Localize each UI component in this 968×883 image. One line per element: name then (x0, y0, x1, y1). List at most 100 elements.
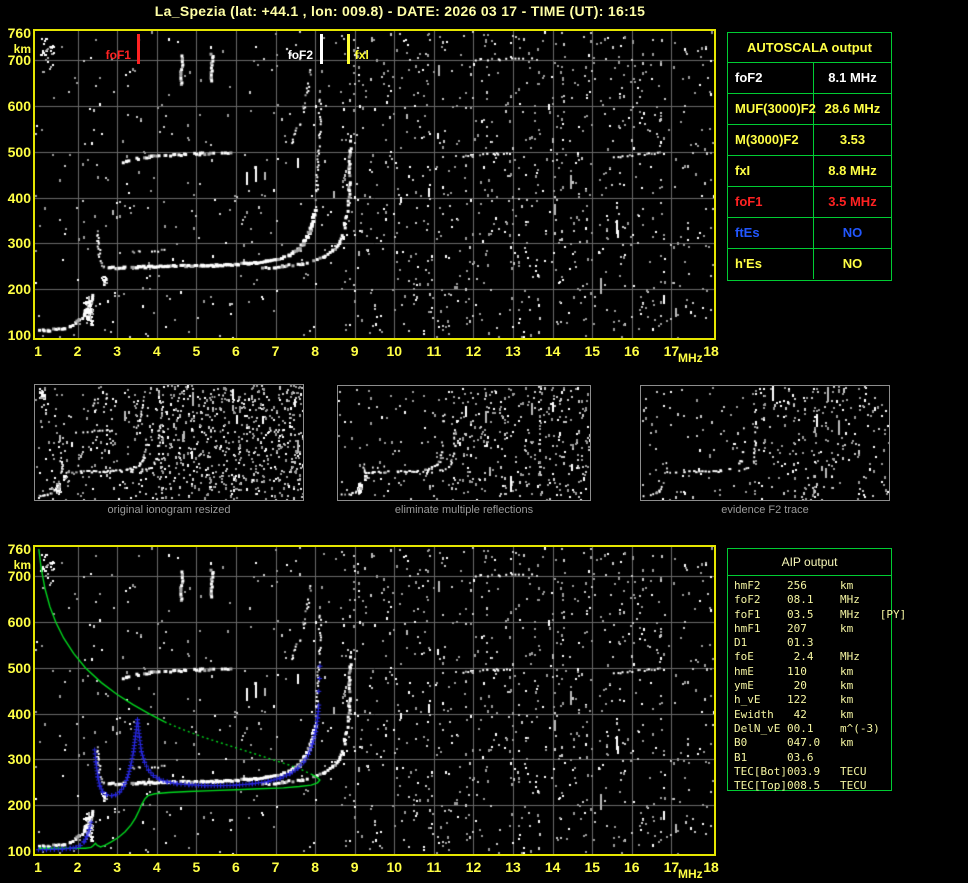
autoscala-param-value: NO (842, 256, 863, 271)
y-tick-label-760: 760 (7, 541, 31, 557)
x-tick-label-5: 5 (192, 859, 201, 875)
y-tick-label-500: 500 (7, 659, 31, 676)
x-tick-label-1: 1 (34, 859, 42, 875)
y-tick-label-200: 200 (7, 281, 31, 298)
autoscala-param-value: NO (842, 225, 863, 240)
y-tick-label-600: 600 (7, 614, 31, 631)
thumbnail-eliminate-reflections (337, 385, 591, 501)
x-tick-label-15: 15 (584, 343, 601, 359)
x-axis-unit-label: MHz (678, 867, 703, 881)
aip-row-B1: B1 03.6 (734, 750, 880, 764)
ionogram-plot-top: foF1 foF2 fxl (33, 29, 716, 340)
autoscala-row-M(3000)F2: M(3000)F2 3.53 (728, 125, 891, 156)
thumbnail-eliminate-reflections-canvas (338, 386, 590, 500)
x-tick-label-13: 13 (505, 343, 521, 359)
x-tick-label-8: 8 (311, 343, 319, 359)
x-tick-label-12: 12 (465, 859, 482, 875)
autoscala-param-value: 3.53 (839, 132, 866, 147)
x-tick-label-6: 6 (232, 859, 240, 875)
autoscala-param-name: MUF(3000)F2 (728, 94, 816, 124)
autoscala-param-value: 3.5 MHz (828, 194, 877, 209)
thumbnail-evidence-f2 (640, 385, 890, 501)
x-tick-label-9: 9 (350, 859, 359, 875)
aip-row-hmF1: hmF1 207 km (734, 621, 880, 635)
x-tick-label-1: 1 (34, 343, 42, 359)
x-tick-label-12: 12 (465, 343, 482, 359)
y-tick-label-500: 500 (7, 143, 31, 160)
thumbnail-caption-eliminate: eliminate multiple reflections (394, 504, 534, 516)
autoscala-row-h'Es: h'Es NO (728, 249, 891, 279)
y-axis-unit-label: km (13, 42, 31, 56)
thumbnail-caption-original: original ionogram resized (107, 504, 231, 516)
x-tick-label-14: 14 (544, 343, 561, 359)
aip-row-foF2: foF2 08.1 MHz (734, 593, 880, 607)
aip-row-TEC[Bot]: TEC[Bot]003.9 TECU (734, 764, 880, 778)
autoscala-param-name: ftEs (728, 218, 814, 248)
x-tick-label-15: 15 (584, 859, 601, 875)
autoscala-param-name: h'Es (728, 249, 814, 279)
ionogram-canvas-bottom (35, 547, 714, 854)
autoscala-row-MUF(3000)F2: MUF(3000)F2 28.6 MHz (728, 94, 891, 125)
aip-row-DelN_vE: DelN_vE 00.1 m^(-3) (734, 721, 880, 735)
aip-table: AIP output hmF2 256 km foF2 08.1 MHz foF… (727, 548, 907, 793)
aip-row-ymE: ymE 20 km (734, 679, 880, 693)
x-tick-label-4: 4 (152, 343, 161, 359)
x-tick-label-7: 7 (271, 859, 280, 875)
x-tick-label-8: 8 (311, 859, 319, 875)
y-tick-label-100: 100 (7, 327, 31, 343)
autoscala-param-name: foF1 (728, 187, 814, 217)
marker-tick-foF1 (137, 34, 141, 64)
x-tick-label-13: 13 (505, 859, 521, 875)
y-tick-label-300: 300 (7, 235, 31, 252)
autoscala-param-value: 28.6 MHz (824, 101, 881, 116)
x-tick-label-11: 11 (426, 859, 442, 875)
marker-tick-foF2 (319, 34, 323, 64)
aip-row-TEC[Top]: TEC[Top]008.5 TECU (734, 779, 880, 793)
x-tick-label-16: 16 (624, 859, 640, 875)
autoscala-table: AUTOSCALA output foF2 8.1 MHz MUF(3000)F2 2… (727, 32, 892, 281)
aip-row-h_vE: h_vE 122 km (734, 693, 880, 707)
x-tick-label-5: 5 (192, 343, 201, 359)
x-tick-label-16: 16 (624, 343, 640, 359)
thumbnail-evidence-f2-canvas (641, 386, 889, 500)
autoscala-table-header: AUTOSCALA output (728, 33, 891, 63)
autoscala-param-name: fxI (728, 156, 814, 186)
y-tick-label-760: 760 (7, 25, 31, 41)
thumbnail-original-ionogram-canvas (35, 385, 303, 500)
thumbnail-original-ionogram (34, 384, 304, 501)
marker-tick-fxl (347, 34, 351, 64)
aip-table-body: hmF2 256 km foF2 08.1 MHz foF1 03.5 MHz … (728, 576, 907, 793)
aip-row-hmE: hmE 110 km (734, 664, 880, 678)
y-axis-unit-label: km (13, 558, 31, 572)
x-tick-label-14: 14 (544, 859, 561, 875)
autoscala-param-value: 8.8 MHz (828, 163, 877, 178)
aip-row-B0: B0 047.0 km (734, 736, 880, 750)
aip-row-hmF2: hmF2 256 km (734, 579, 880, 592)
x-axis-unit-label: MHz (678, 351, 703, 365)
autoscala-param-name: foF2 (728, 63, 814, 93)
x-tick-label-3: 3 (113, 343, 122, 359)
y-tick-label-200: 200 (7, 797, 31, 814)
page-title: La_Spezia (lat: +44.1 , lon: 009.8) - DA… (154, 3, 646, 19)
x-tick-label-10: 10 (386, 859, 403, 875)
y-tick-label-300: 300 (7, 751, 31, 768)
x-tick-label-2: 2 (73, 859, 82, 875)
y-tick-label-600: 600 (7, 98, 31, 115)
aip-row-Ewidth: Ewidth 42 km (734, 707, 880, 721)
y-tick-label-400: 400 (7, 705, 31, 722)
aip-table-header: AIP output (728, 549, 891, 576)
autoscala-row-ftEs: ftEs NO (728, 218, 891, 249)
x-tick-label-10: 10 (386, 343, 403, 359)
aip-row-foE: foE 2.4 MHz (734, 650, 880, 664)
x-tick-label-11: 11 (426, 343, 442, 359)
aip-row-foF1: foF1 03.5 MHz [PY] (734, 607, 907, 621)
x-tick-label-6: 6 (232, 343, 240, 359)
x-tick-label-2: 2 (73, 343, 82, 359)
ionogram-canvas-top (35, 31, 714, 338)
autoscala-row-foF2: foF2 8.1 MHz (728, 63, 891, 94)
marker-label-foF2: foF2 (287, 48, 314, 62)
autoscala-param-name: M(3000)F2 (728, 125, 814, 155)
autoscala-row-foF1: foF1 3.5 MHz (728, 187, 891, 218)
ionogram-plot-bottom (33, 545, 716, 856)
marker-label-foF1: foF1 (105, 48, 131, 62)
